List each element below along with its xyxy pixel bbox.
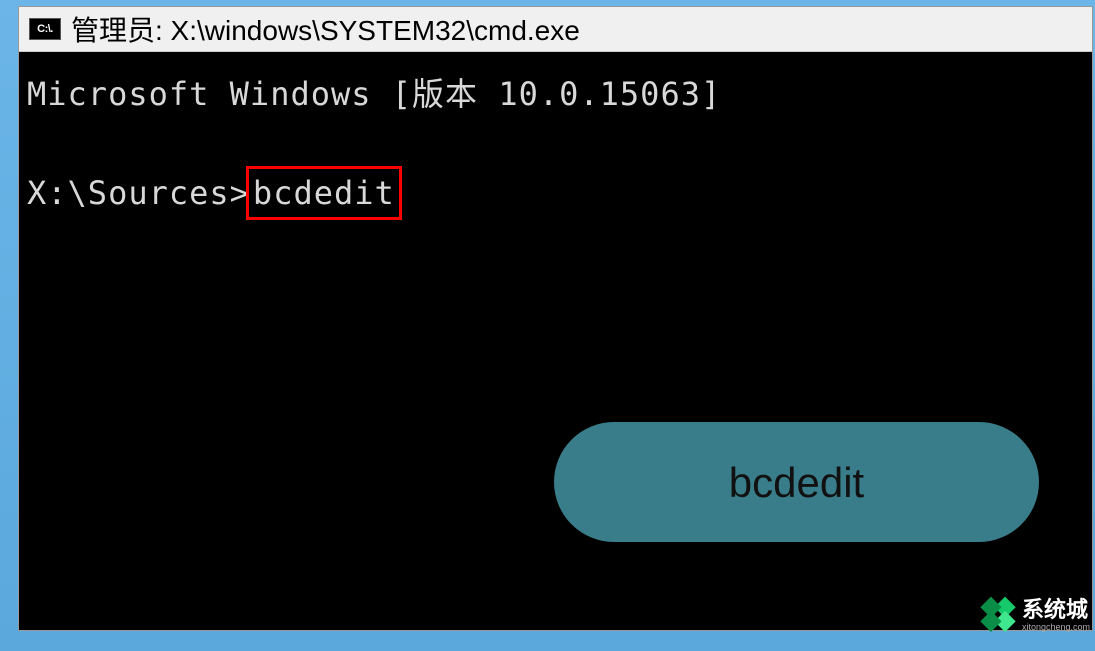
highlighted-command: bcdedit <box>246 166 402 220</box>
terminal-area[interactable]: Microsoft Windows [版本 10.0.15063] X:\Sou… <box>19 52 1092 630</box>
window-titlebar[interactable]: C:\. 管理员: X:\windows\SYSTEM32\cmd.exe <box>19 7 1092 52</box>
callout-label: bcdedit <box>729 451 864 514</box>
terminal-prompt-line: X:\Sources>bcdedit <box>27 166 1084 220</box>
window-title: 管理员: X:\windows\SYSTEM32\cmd.exe <box>71 9 580 49</box>
watermark-main-text: 系统城 <box>1022 599 1090 621</box>
terminal-prompt: X:\Sources> <box>27 174 250 212</box>
callout-bubble: bcdedit <box>554 422 1039 542</box>
watermark: 系统城 xitongcheng.com <box>980 597 1090 633</box>
cmd-window: C:\. 管理员: X:\windows\SYSTEM32\cmd.exe Mi… <box>18 6 1093 631</box>
cmd-icon: C:\. <box>29 18 61 40</box>
watermark-logo-icon <box>972 590 1023 641</box>
watermark-sub-text: xitongcheng.com <box>1022 623 1090 632</box>
terminal-version-line: Microsoft Windows [版本 10.0.15063] <box>27 70 1084 118</box>
